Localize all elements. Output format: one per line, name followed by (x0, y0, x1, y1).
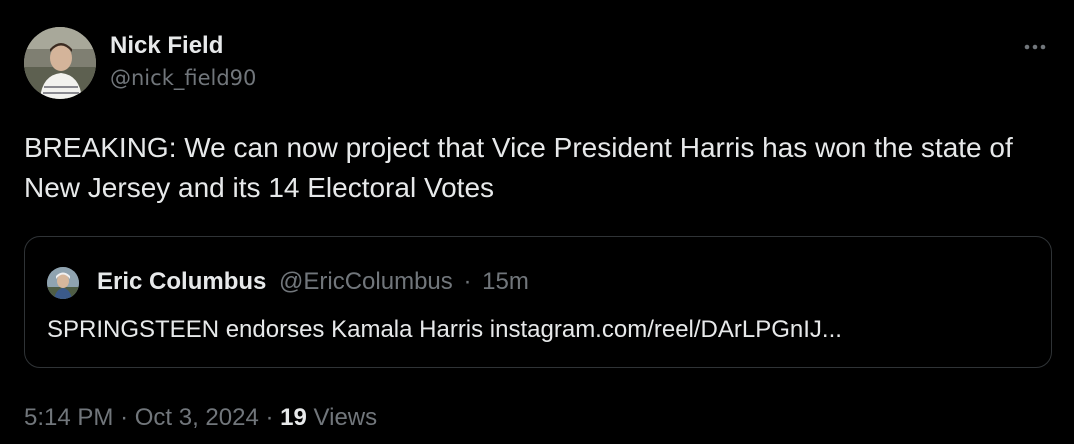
avatar-image (24, 27, 96, 99)
author-handle[interactable]: @nick_field90 (110, 62, 256, 94)
author-block: Nick Field @nick_field90 (110, 30, 256, 94)
tweet-footer: 5:14 PM · Oct 3, 2024 · 19 Views (24, 400, 377, 436)
views-count[interactable]: 19 (280, 404, 307, 431)
tweet-text: BREAKING: We can now project that Vice P… (24, 132, 1013, 203)
quoted-tweet-card[interactable]: Eric Columbus @EricColumbus · 15m SPRING… (24, 236, 1052, 368)
author-avatar[interactable] (24, 27, 96, 99)
quoted-avatar-image (47, 267, 79, 299)
quoted-text: SPRINGSTEEN endorses Kamala Harris insta… (47, 316, 842, 343)
footer-separator: · (265, 404, 274, 431)
tweet-time[interactable]: 5:14 PM (24, 404, 113, 431)
author-display-name[interactable]: Nick Field (110, 30, 256, 62)
quoted-separator: · (463, 268, 472, 295)
quoted-time[interactable]: 15m (482, 268, 529, 295)
quoted-author-avatar[interactable] (47, 267, 79, 299)
ellipsis-icon (1024, 44, 1046, 50)
quoted-handle[interactable]: @EricColumbus (279, 268, 453, 295)
quoted-header: Eric Columbus @EricColumbus · 15m (97, 265, 529, 299)
footer-separator: · (120, 404, 129, 431)
more-options-button[interactable] (1018, 34, 1052, 60)
tweet-date[interactable]: Oct 3, 2024 (135, 404, 259, 431)
views-label: Views (313, 404, 378, 431)
tweet: Nick Field @nick_field90 BREAKING: We ca… (0, 0, 1074, 444)
quoted-display-name[interactable]: Eric Columbus (97, 268, 266, 295)
